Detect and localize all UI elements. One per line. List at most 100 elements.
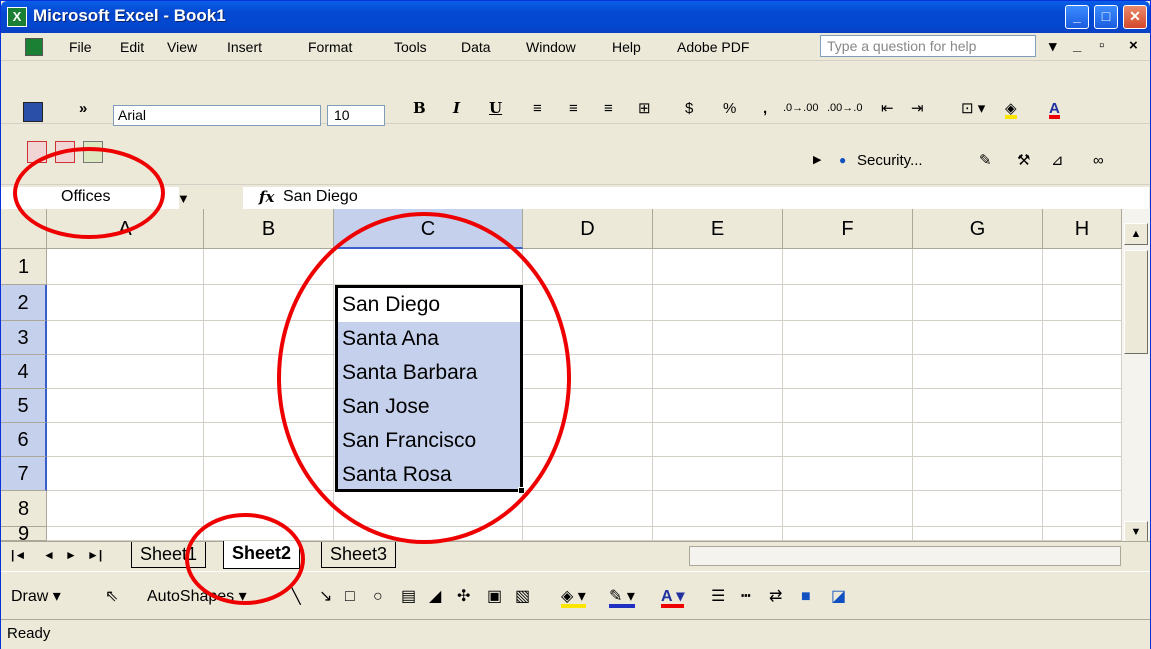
- maximize-button[interactable]: □: [1094, 5, 1118, 29]
- draw-fill-color-icon[interactable]: ◈ ▾: [561, 586, 586, 608]
- formula-input[interactable]: San Diego: [243, 187, 1149, 209]
- fx-icon[interactable]: fx: [259, 188, 274, 206]
- gridline: [652, 249, 653, 541]
- column-header-g[interactable]: G: [913, 209, 1043, 249]
- draw-menu-button[interactable]: Draw ▾: [11, 586, 61, 608]
- line-icon[interactable]: ╲: [291, 586, 301, 608]
- menu-format[interactable]: Format: [308, 39, 352, 55]
- menu-window[interactable]: Window: [526, 39, 576, 55]
- dash-style-icon[interactable]: ┅: [741, 586, 751, 608]
- first-sheet-button[interactable]: |◄: [11, 548, 26, 562]
- chart-icon[interactable]: ⊿: [1051, 150, 1064, 171]
- line-style-icon[interactable]: ☰: [711, 586, 725, 608]
- title-bar[interactable]: X Microsoft Excel - Book1 _ □ ✕: [1, 1, 1150, 33]
- align-right-icon[interactable]: ≡: [604, 98, 613, 119]
- permissions-icon[interactable]: ✎: [979, 150, 992, 171]
- underline-button[interactable]: U: [489, 98, 502, 119]
- workbook-close-button[interactable]: ×: [1129, 37, 1138, 54]
- column-header-h[interactable]: H: [1043, 209, 1122, 249]
- picture-icon[interactable]: ▧: [515, 586, 530, 608]
- bold-button[interactable]: B: [413, 98, 426, 119]
- menu-adobe-pdf[interactable]: Adobe PDF: [677, 39, 749, 55]
- annotation-circle-cells: [277, 212, 571, 544]
- fill-color-icon[interactable]: ◈: [1005, 98, 1017, 119]
- menu-insert[interactable]: Insert: [227, 39, 262, 55]
- workbook-minimize-button[interactable]: _: [1073, 37, 1081, 54]
- row-header-6[interactable]: 6: [1, 423, 47, 457]
- menu-view[interactable]: View: [167, 39, 197, 55]
- rectangle-icon[interactable]: □: [345, 586, 355, 608]
- column-header-e[interactable]: E: [653, 209, 783, 249]
- increase-indent-icon[interactable]: ⇥: [911, 98, 924, 119]
- decrease-indent-icon[interactable]: ⇤: [881, 98, 894, 119]
- wordart-icon[interactable]: ◢: [429, 586, 441, 608]
- percent-button[interactable]: %: [723, 98, 736, 119]
- row-header-2[interactable]: 2: [1, 285, 47, 321]
- row-header-5[interactable]: 5: [1, 389, 47, 423]
- gridline: [47, 284, 1122, 285]
- font-name-select[interactable]: Arial: [113, 105, 321, 126]
- menu-data[interactable]: Data: [461, 39, 491, 55]
- sheet-tab-sheet3[interactable]: Sheet3: [321, 542, 397, 568]
- tools-icon[interactable]: ⚒: [1017, 150, 1030, 171]
- column-header-d[interactable]: D: [523, 209, 653, 249]
- font-size-select[interactable]: 10: [327, 105, 385, 126]
- row-header-8[interactable]: 8: [1, 491, 47, 527]
- column-header-f[interactable]: F: [783, 209, 913, 249]
- menu-help[interactable]: Help: [612, 39, 641, 55]
- draw-font-color-icon[interactable]: A ▾: [661, 586, 685, 608]
- borders-icon[interactable]: ⊡ ▾: [961, 98, 985, 119]
- align-left-icon[interactable]: ≡: [533, 98, 542, 119]
- name-box-dropdown-icon[interactable]: ▼: [177, 191, 190, 206]
- help-dropdown-icon[interactable]: ▾: [1049, 37, 1057, 55]
- play-icon[interactable]: ▶: [813, 150, 821, 171]
- security-button[interactable]: Security...: [857, 150, 923, 171]
- row-header-9[interactable]: 9: [1, 524, 47, 544]
- shadow-icon[interactable]: ■: [801, 586, 811, 608]
- menu-edit[interactable]: Edit: [120, 39, 144, 55]
- workbook-restore-button[interactable]: ▫: [1099, 37, 1104, 54]
- status-dot-icon: ●: [839, 153, 847, 167]
- increase-decimal-button[interactable]: .0→.00: [783, 98, 818, 119]
- 3d-icon[interactable]: ◪: [831, 586, 846, 608]
- row-header-3[interactable]: 3: [1, 321, 47, 355]
- align-center-icon[interactable]: ≡: [569, 98, 578, 119]
- column-header-b[interactable]: B: [204, 209, 334, 249]
- next-sheet-button[interactable]: ►: [65, 548, 77, 562]
- row-header-1[interactable]: 1: [1, 249, 47, 285]
- menu-file[interactable]: File: [69, 39, 92, 55]
- italic-button[interactable]: I: [453, 98, 460, 119]
- annotation-circle-name-box: [13, 147, 165, 239]
- vertical-scroll-thumb[interactable]: [1124, 250, 1148, 354]
- gridline: [47, 320, 1122, 321]
- currency-button[interactable]: $: [685, 98, 693, 119]
- link-icon[interactable]: ∞: [1093, 150, 1104, 171]
- row-header-4[interactable]: 4: [1, 355, 47, 389]
- last-sheet-button[interactable]: ►|: [87, 548, 102, 562]
- scroll-up-button[interactable]: ▲: [1124, 223, 1148, 245]
- save-icon[interactable]: [23, 102, 43, 122]
- minimize-button[interactable]: _: [1065, 5, 1089, 29]
- scroll-down-button[interactable]: ▼: [1124, 521, 1148, 543]
- merge-center-icon[interactable]: ⊞: [638, 98, 651, 119]
- decrease-decimal-button[interactable]: .00→.0: [827, 98, 862, 119]
- diagram-icon[interactable]: ✣: [457, 586, 470, 608]
- oval-icon[interactable]: ○: [373, 586, 383, 608]
- horizontal-scrollbar[interactable]: [689, 546, 1121, 566]
- line-color-icon[interactable]: ✎ ▾: [609, 586, 635, 608]
- gridline: [47, 456, 1122, 457]
- menu-tools[interactable]: Tools: [394, 39, 427, 55]
- help-search-input[interactable]: Type a question for help: [820, 35, 1036, 57]
- arrow-style-icon[interactable]: ⇄: [769, 586, 782, 608]
- text-box-icon[interactable]: ▤: [401, 586, 416, 608]
- arrow-icon[interactable]: ↘: [319, 586, 332, 608]
- row-header-7[interactable]: 7: [1, 457, 47, 491]
- prev-sheet-button[interactable]: ◄: [43, 548, 55, 562]
- comma-button[interactable]: ,: [763, 98, 767, 119]
- font-color-icon[interactable]: A: [1049, 98, 1060, 119]
- workbook-icon[interactable]: [25, 38, 43, 56]
- select-objects-icon[interactable]: ⇖: [105, 586, 118, 608]
- toolbar-overflow-icon[interactable]: »: [79, 98, 87, 119]
- clip-art-icon[interactable]: ▣: [487, 586, 502, 608]
- close-button[interactable]: ✕: [1123, 5, 1147, 29]
